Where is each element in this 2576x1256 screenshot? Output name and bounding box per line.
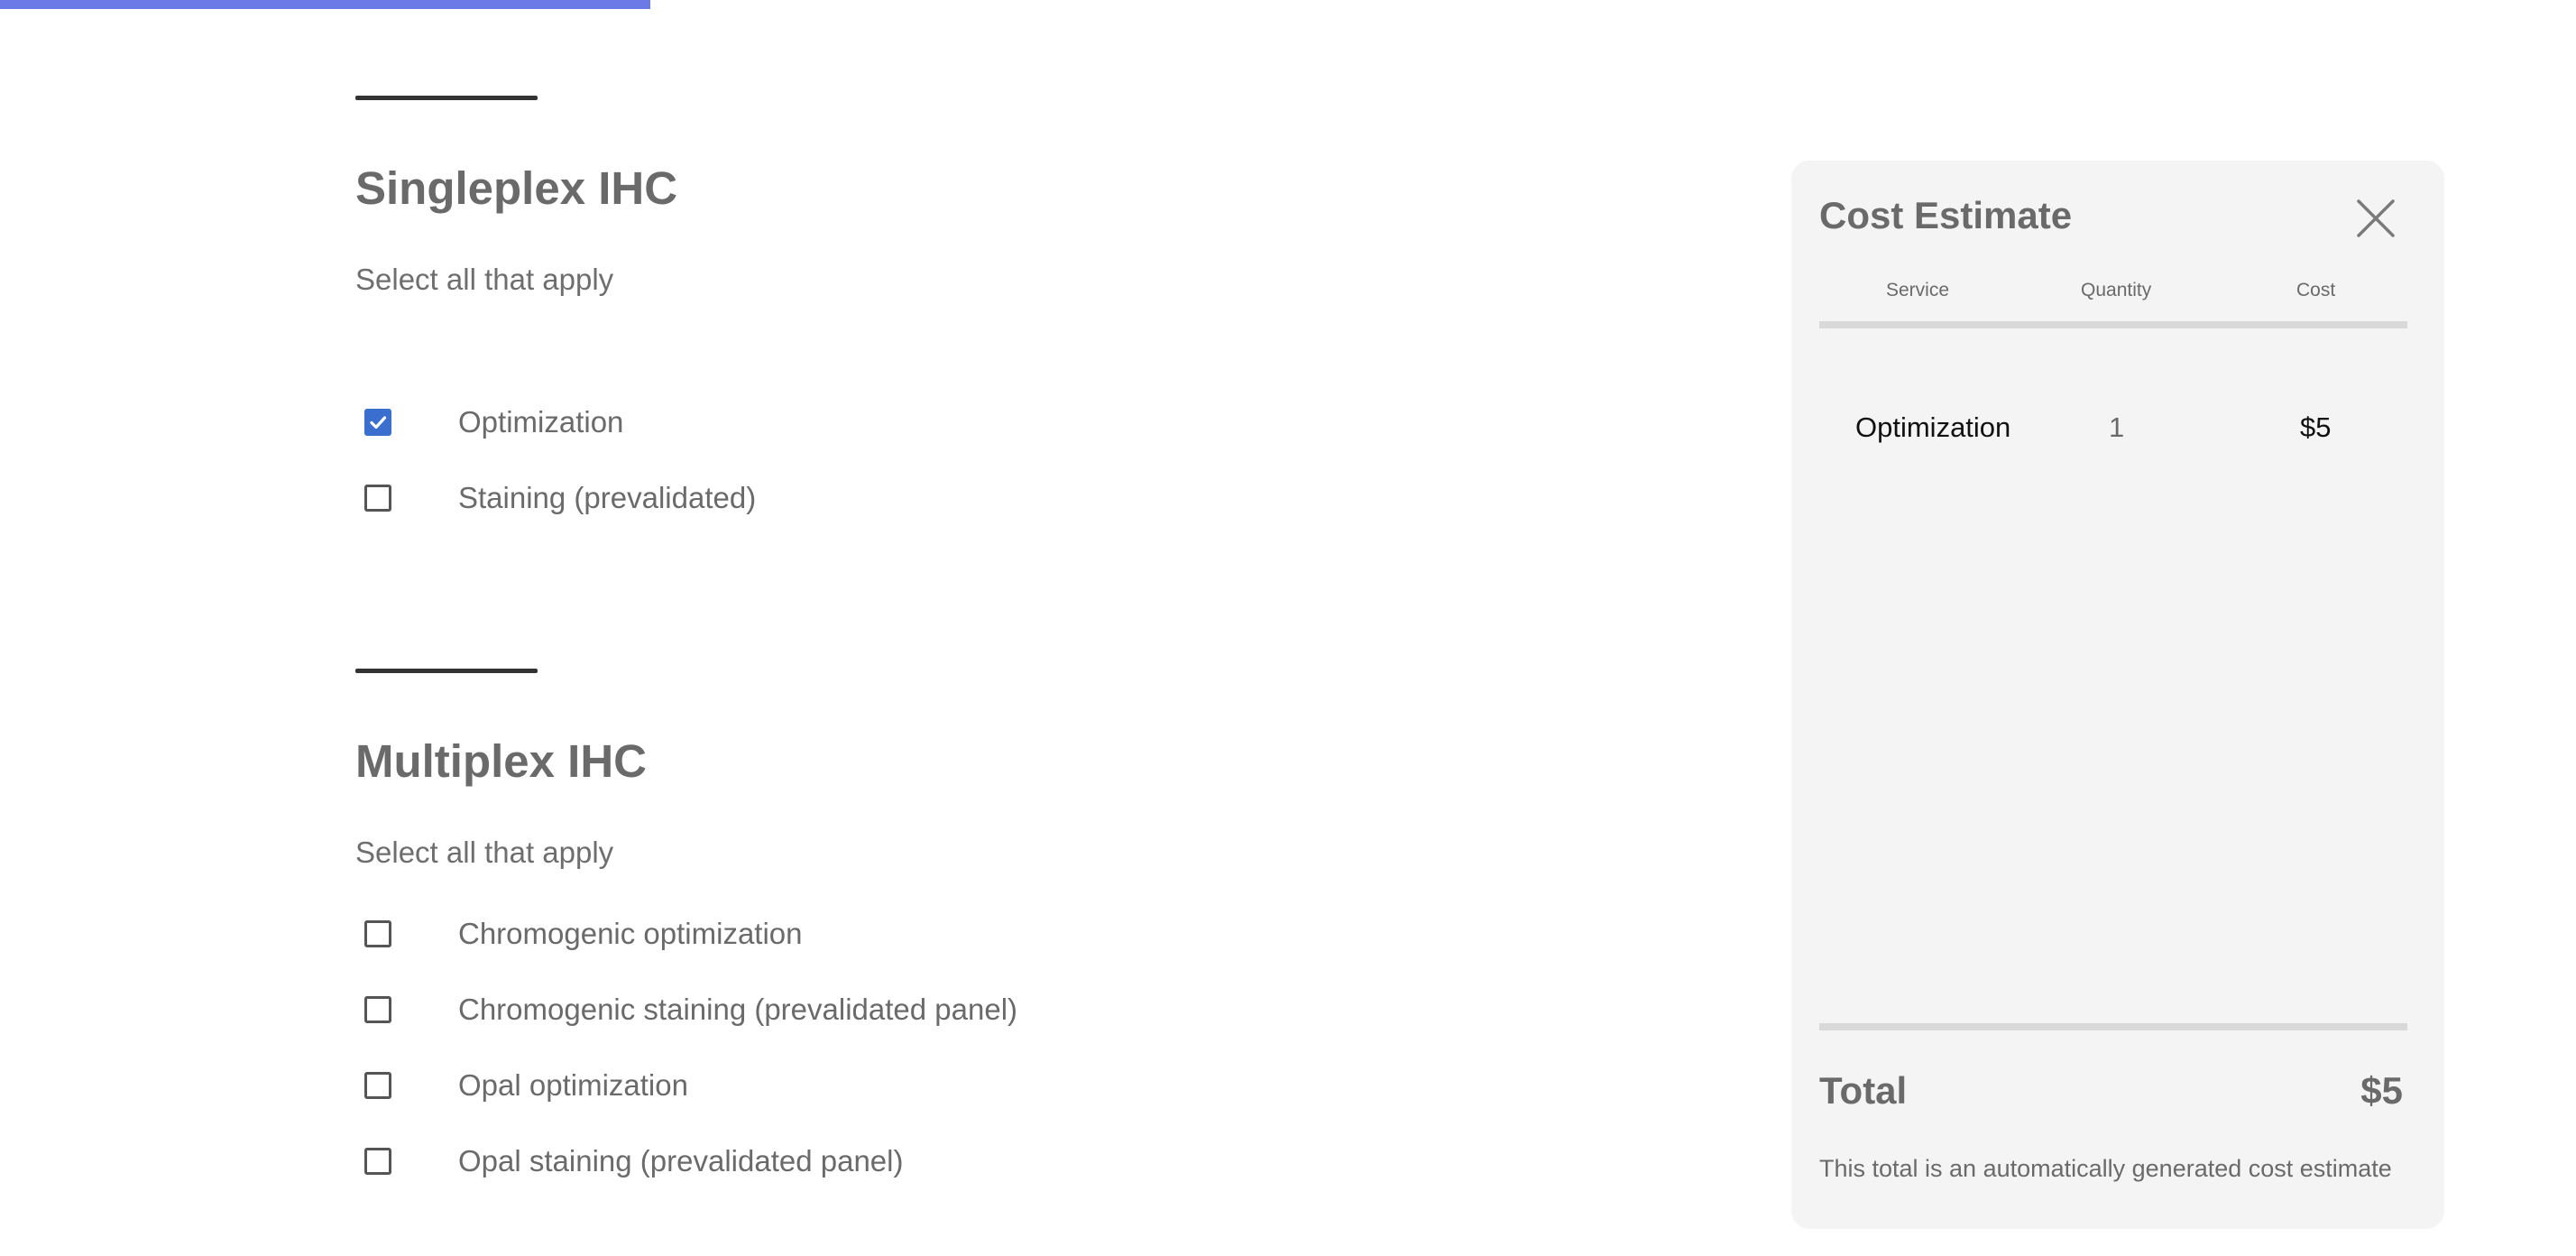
section-title-multiplex: Multiplex IHC: [355, 735, 648, 787]
panel-title: Cost Estimate: [1819, 194, 2073, 236]
checkbox[interactable]: [364, 1072, 391, 1099]
option-label: Staining (prevalidated): [458, 481, 757, 514]
option-chromogenic-optimization[interactable]: Chromogenic optimization: [364, 911, 803, 956]
option-staining-prevalidated[interactable]: Staining (prevalidated): [364, 476, 756, 521]
option-opal-optimization[interactable]: Opal optimization: [364, 1063, 688, 1108]
checkbox[interactable]: [364, 409, 391, 436]
row-cost: $5: [2300, 411, 2332, 443]
total-value: $5: [2360, 1069, 2403, 1112]
option-optimization[interactable]: Optimization: [364, 400, 623, 445]
section-title-singleplex: Singleplex IHC: [355, 162, 678, 214]
row-quantity: 1: [2109, 411, 2125, 443]
cost-table-header: Service Quantity Cost: [1819, 280, 2407, 300]
column-header-cost: Cost: [2296, 280, 2336, 300]
row-service: Optimization: [1855, 411, 2011, 443]
option-label: Chromogenic staining (prevalidated panel…: [458, 993, 1018, 1026]
section-multiplex: Multiplex IHC Select all that apply Chro…: [355, 669, 1618, 1178]
column-header-service: Service: [1886, 280, 1950, 300]
section-subtitle: Select all that apply: [355, 263, 614, 296]
checkbox[interactable]: [364, 485, 391, 512]
table-row: Optimization 1 $5: [1819, 411, 2407, 448]
section-subtitle: Select all that apply: [355, 836, 614, 869]
checkmark-icon: [370, 416, 387, 429]
checkbox[interactable]: [364, 920, 391, 947]
close-icon: [2357, 199, 2395, 237]
section-divider: [355, 96, 538, 100]
close-button[interactable]: [2356, 199, 2396, 238]
checkbox[interactable]: [364, 996, 391, 1023]
option-label: Opal staining (prevalidated panel): [458, 1144, 904, 1178]
total-label: Total: [1819, 1069, 1908, 1112]
progress-bar-fill: [0, 0, 651, 9]
progress-bar: [0, 0, 2576, 9]
option-label: Chromogenic optimization: [458, 917, 803, 950]
section-singleplex: Singleplex IHC Select all that apply Opt…: [355, 96, 1618, 514]
cost-estimate-panel: Cost Estimate Service Quantity Cost Opti…: [1791, 161, 2444, 1229]
column-header-quantity: Quantity: [2081, 280, 2152, 300]
option-chromogenic-staining[interactable]: Chromogenic staining (prevalidated panel…: [364, 987, 1017, 1032]
checkbox[interactable]: [364, 1148, 391, 1175]
footer-divider: [1819, 1023, 2407, 1030]
option-label: Opal optimization: [458, 1068, 688, 1102]
option-opal-staining[interactable]: Opal staining (prevalidated panel): [364, 1139, 903, 1184]
header-divider: [1819, 321, 2407, 328]
option-label: Optimization: [458, 405, 624, 439]
estimate-note: This total is an automatically generated…: [1819, 1155, 2392, 1182]
section-divider: [355, 669, 538, 673]
